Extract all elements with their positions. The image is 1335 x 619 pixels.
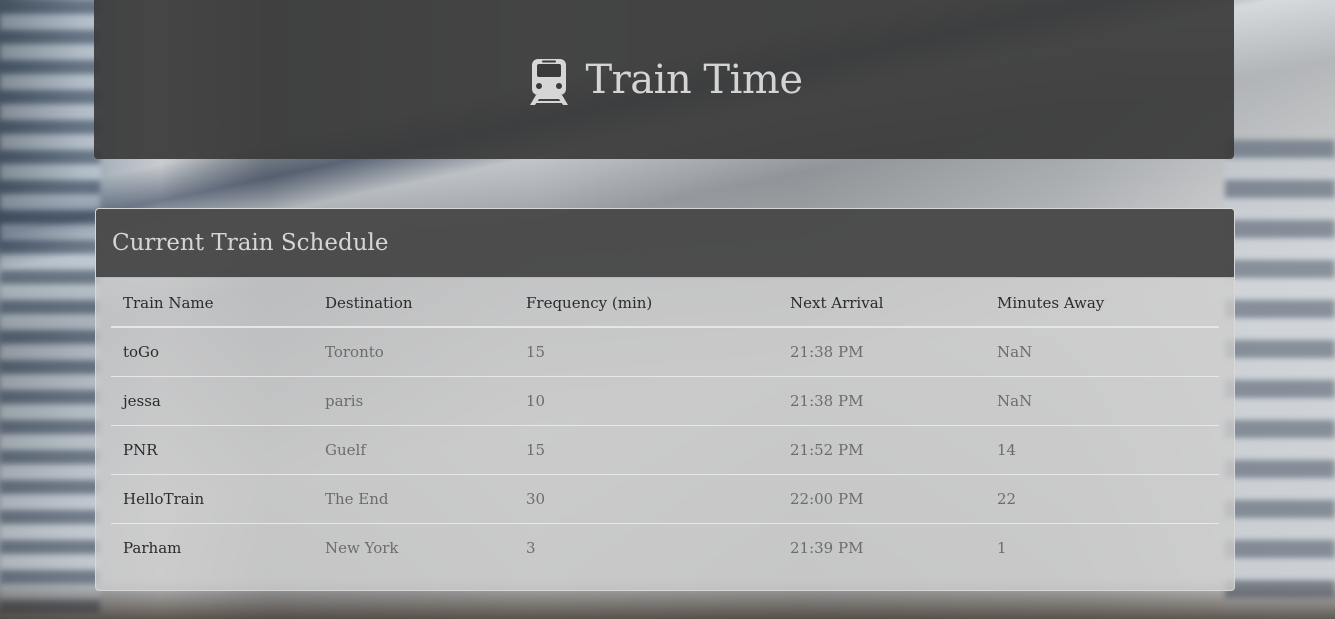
- table-row: jessa paris 10 21:38 PM NaN: [111, 376, 1219, 426]
- schedule-table: Train Name Destination Frequency (min) N…: [111, 278, 1219, 572]
- cell-destination: The End: [313, 474, 514, 524]
- cell-minutes-away: 14: [985, 425, 1219, 475]
- cell-destination: Guelf: [313, 425, 514, 475]
- cell-train-name: HelloTrain: [111, 474, 313, 524]
- cell-minutes-away: 1: [997, 539, 1007, 557]
- table-row: HelloTrain The End 30 22:00 PM 22: [111, 474, 1219, 524]
- cell-frequency: 15: [514, 425, 778, 475]
- table-header-row: Train Name Destination Frequency (min) N…: [111, 278, 1219, 328]
- schedule-panel: Current Train Schedule Train Name Destin…: [95, 208, 1235, 591]
- cell-minutes-away: NaN: [985, 376, 1219, 426]
- cell-frequency: 10: [514, 376, 778, 426]
- panel-heading: Current Train Schedule: [96, 209, 1234, 278]
- cell-train-name: toGo: [111, 327, 313, 377]
- cell-next-arrival: 21:39 PM: [790, 539, 864, 557]
- cell-destination: Toronto: [313, 327, 514, 377]
- cell-next-arrival: 21:52 PM: [778, 425, 985, 475]
- column-header-destination: Destination: [313, 278, 514, 328]
- cell-minutes-away: 22: [985, 474, 1219, 524]
- train-icon: [529, 58, 568, 105]
- cell-destination: New York: [325, 539, 399, 557]
- cell-destination: paris: [313, 376, 514, 426]
- cell-train-name: jessa: [111, 376, 313, 426]
- column-header-frequency: Frequency (min): [514, 278, 778, 328]
- cell-next-arrival: 21:38 PM: [778, 376, 985, 426]
- cell-next-arrival: 22:00 PM: [778, 474, 985, 524]
- table-row: PNR Guelf 15 21:52 PM 14: [111, 425, 1219, 475]
- page-title: Train Time: [585, 56, 804, 103]
- cell-frequency: 15: [514, 327, 778, 377]
- cell-frequency: 3: [526, 539, 536, 557]
- page-header: Train Time: [94, 0, 1234, 159]
- column-header-next-arrival: Next Arrival: [778, 278, 985, 328]
- table-row: Parham New York 3 21:39 PM 1: [111, 524, 1219, 573]
- cell-next-arrival: 21:38 PM: [778, 327, 985, 377]
- column-header-minutes-away: Minutes Away: [985, 278, 1219, 328]
- cell-minutes-away: NaN: [985, 327, 1219, 377]
- panel-title: Current Train Schedule: [112, 230, 389, 256]
- table-row: toGo Toronto 15 21:38 PM NaN: [111, 327, 1219, 377]
- column-header-train-name: Train Name: [111, 278, 313, 328]
- cell-frequency: 30: [514, 474, 778, 524]
- cell-train-name: Parham: [123, 539, 182, 557]
- cell-train-name: PNR: [111, 425, 313, 475]
